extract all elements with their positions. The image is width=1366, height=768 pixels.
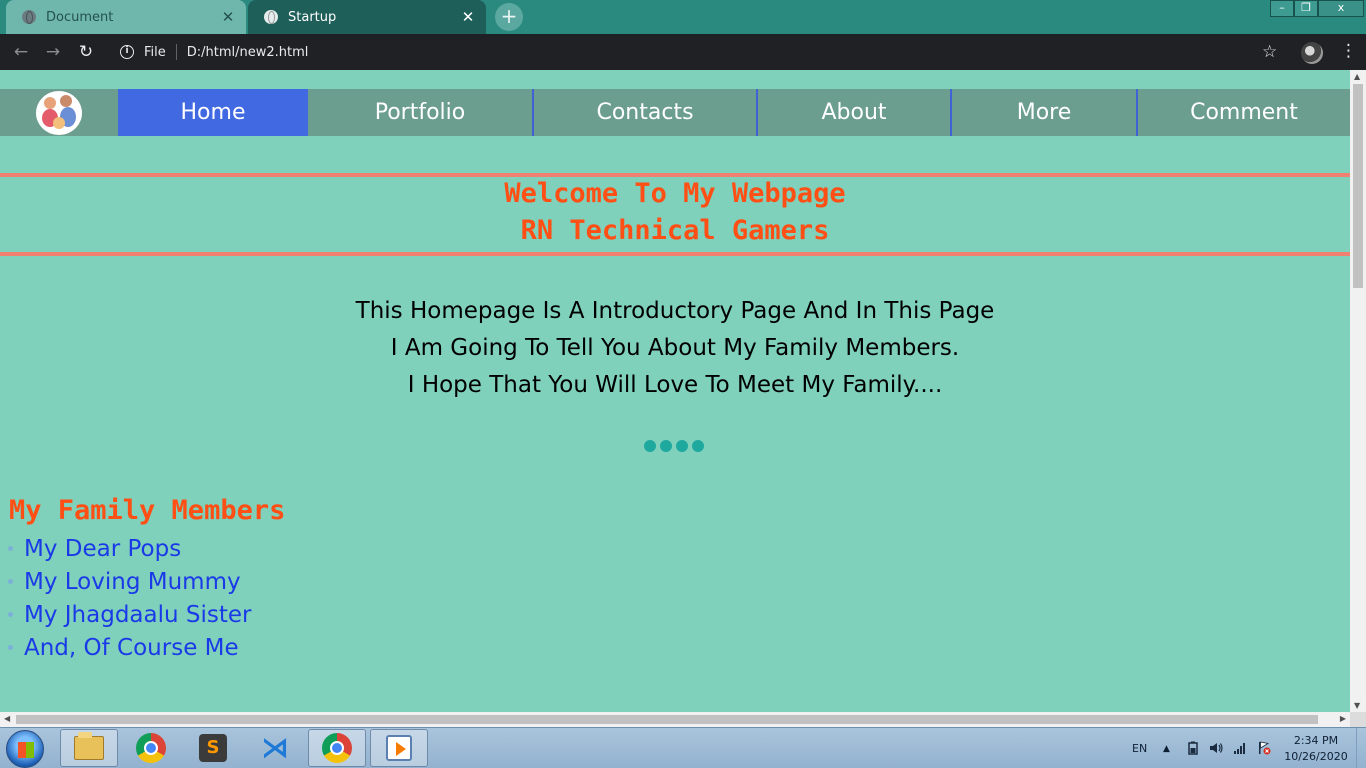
welcome-title: Welcome To My Webpage [504, 178, 846, 209]
close-icon[interactable]: ✕ [456, 8, 480, 26]
volume-icon[interactable] [1209, 741, 1223, 755]
action-center-flag-icon[interactable] [1257, 741, 1271, 755]
scrollbar-corner [1350, 712, 1366, 727]
bullet-icon [8, 546, 13, 551]
chrome-icon [136, 733, 166, 763]
dot [644, 440, 656, 452]
url-scheme: File [144, 44, 166, 60]
intro-line-2: I Am Going To Tell You About My Family M… [390, 335, 960, 361]
family-logo [36, 91, 82, 135]
browser-toolbar: ← → ↻ i File D:/html/new2.html ☆ ⋮ [0, 34, 1366, 70]
taskbar-vscode[interactable]: ⋊ [246, 729, 304, 767]
scroll-right-icon[interactable]: ▶ [1340, 714, 1346, 723]
divider [175, 44, 177, 60]
tab-strip: Document ✕ Startup ✕ + – ❐ x [0, 0, 1366, 34]
close-window-button[interactable]: x [1318, 0, 1364, 17]
taskbar-media-player[interactable] [370, 729, 428, 767]
globe-icon [264, 10, 278, 24]
site-navbar: Home Portfolio Contacts About More Comme… [0, 89, 1350, 136]
bullet-icon [8, 612, 13, 617]
bullet-icon [8, 579, 13, 584]
vscode-icon: ⋊ [261, 731, 289, 764]
intro-line-3: I Hope That You Will Love To Meet My Fam… [407, 372, 943, 398]
bullet-icon [8, 645, 13, 650]
nav-comment[interactable]: Comment [1138, 89, 1350, 136]
maximize-button[interactable]: ❐ [1294, 0, 1318, 17]
dot [660, 440, 672, 452]
scroll-thumb[interactable] [1353, 84, 1363, 288]
scroll-left-icon[interactable]: ◀ [4, 714, 10, 723]
clock-time: 2:34 PM [1293, 734, 1339, 747]
page-viewport: Home Portfolio Contacts About More Comme… [0, 70, 1350, 712]
tab-document[interactable]: Document ✕ [6, 0, 246, 34]
url-text[interactable]: D:/html/new2.html [187, 45, 309, 60]
taskbar-explorer[interactable] [60, 729, 118, 767]
family-link-sister[interactable]: My Jhagdaalu Sister [24, 602, 251, 628]
folder-icon [74, 732, 104, 760]
taskbar-sublime[interactable]: S [184, 729, 242, 767]
tab-startup[interactable]: Startup ✕ [248, 0, 486, 34]
welcome-subtitle: RN Technical Gamers [520, 215, 830, 246]
bookmark-star-icon[interactable]: ☆ [1262, 42, 1277, 62]
address-bar[interactable]: i File D:/html/new2.html [108, 38, 1288, 66]
intro-line-1: This Homepage Is A Introductory Page And… [355, 298, 995, 324]
tab-title: Document [46, 9, 114, 25]
clock-date: 10/26/2020 [1284, 750, 1348, 763]
windows-logo-icon [18, 742, 34, 758]
info-icon[interactable]: i [120, 45, 134, 59]
new-tab-button[interactable]: + [495, 3, 523, 31]
family-link-pops[interactable]: My Dear Pops [24, 536, 181, 562]
system-clock[interactable]: 2:34 PM 10/26/2020 [1284, 733, 1348, 765]
taskbar-chrome[interactable] [122, 729, 180, 767]
family-link-me[interactable]: And, Of Course Me [24, 635, 239, 661]
chrome-icon [322, 733, 352, 763]
family-heading: My Family Members [9, 495, 286, 526]
forward-arrow-icon[interactable]: → [41, 40, 65, 64]
back-arrow-icon[interactable]: ← [9, 40, 33, 64]
close-icon[interactable]: ✕ [216, 8, 240, 26]
list-item: My Loving Mummy [0, 565, 251, 598]
language-indicator[interactable]: EN [1132, 728, 1147, 768]
minimize-button[interactable]: – [1270, 0, 1294, 17]
nav-portfolio[interactable]: Portfolio [308, 89, 532, 136]
taskbar: S ⋊ EN ▲ 2:34 PM 10/26/2020 [0, 727, 1366, 768]
scroll-down-icon[interactable]: ▼ [1354, 701, 1360, 710]
menu-kebab-icon[interactable]: ⋮ [1340, 41, 1357, 61]
tab-title: Startup [288, 9, 337, 25]
family-list: My Dear Pops My Loving Mummy My Jhagdaal… [0, 532, 251, 664]
list-item: My Jhagdaalu Sister [0, 598, 251, 631]
start-button[interactable] [6, 730, 44, 768]
network-signal-icon[interactable] [1233, 741, 1247, 755]
vertical-scrollbar[interactable]: ▲ ▼ [1350, 70, 1366, 712]
nav-more[interactable]: More [952, 89, 1136, 136]
media-player-icon [386, 735, 412, 761]
reload-icon[interactable]: ↻ [74, 40, 98, 64]
show-hidden-icons-button[interactable]: ▲ [1163, 728, 1170, 768]
nav-contacts[interactable]: Contacts [534, 89, 756, 136]
scroll-up-icon[interactable]: ▲ [1354, 72, 1360, 81]
nav-about[interactable]: About [758, 89, 950, 136]
header-top-rule [0, 173, 1350, 177]
sublime-text-icon: S [199, 734, 227, 762]
dot [676, 440, 688, 452]
dot [692, 440, 704, 452]
battery-icon[interactable] [1186, 741, 1200, 755]
header-bottom-rule [0, 252, 1350, 256]
nav-home[interactable]: Home [118, 89, 308, 136]
list-item: My Dear Pops [0, 532, 251, 565]
show-desktop-button[interactable] [1356, 728, 1366, 768]
taskbar-chrome-active[interactable] [308, 729, 366, 767]
list-item: And, Of Course Me [0, 631, 251, 664]
family-link-mummy[interactable]: My Loving Mummy [24, 569, 241, 595]
profile-avatar[interactable] [1301, 42, 1323, 64]
scroll-thumb[interactable] [16, 715, 1318, 724]
horizontal-scrollbar[interactable]: ◀ ▶ [0, 712, 1350, 727]
globe-icon [22, 10, 36, 24]
loading-dots [644, 440, 704, 452]
